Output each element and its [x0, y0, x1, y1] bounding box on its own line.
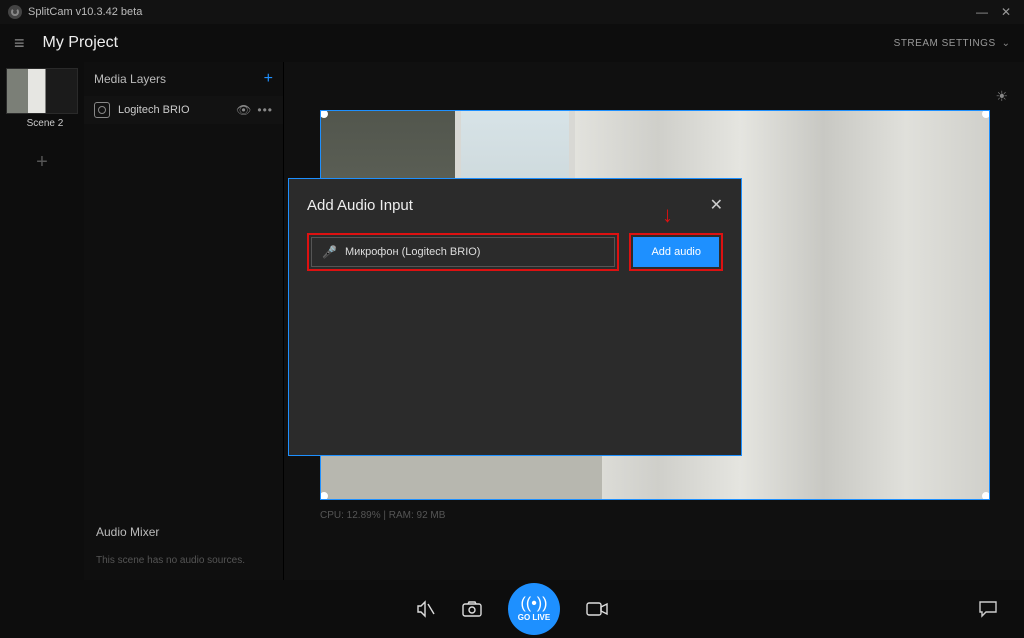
resize-handle-tr[interactable] [982, 110, 990, 118]
hamburger-menu-icon[interactable]: ≡ [14, 33, 25, 54]
add-scene-button[interactable]: + [6, 139, 78, 185]
window-minimize-button[interactable]: — [972, 5, 992, 19]
bottom-bar: ((•)) GO LIVE [0, 580, 1024, 638]
titlebar: SplitCam v10.3.42 beta — ✕ [0, 0, 1024, 24]
layers-heading: Media Layers [94, 72, 166, 86]
resize-handle-bl[interactable] [320, 492, 328, 500]
dialog-close-button[interactable]: ✕ [710, 195, 723, 215]
audio-device-field-highlight: 🎤 Микрофон (Logitech BRIO) [307, 233, 619, 271]
chat-icon[interactable] [978, 600, 998, 618]
layer-item-label: Logitech BRIO [118, 104, 190, 116]
camera-icon [94, 102, 110, 118]
status-text: CPU: 12.89% | RAM: 92 MB [320, 510, 445, 521]
layer-item[interactable]: Logitech BRIO 👁 ••• [84, 96, 283, 124]
snapshot-icon[interactable] [462, 601, 482, 617]
resize-handle-tl[interactable] [320, 110, 328, 118]
brightness-icon[interactable]: ☀ [995, 88, 1008, 105]
add-audio-button-highlight: Add audio [629, 233, 723, 271]
add-audio-button[interactable]: Add audio [633, 237, 719, 267]
stream-settings-button[interactable]: STREAM SETTINGS [894, 38, 996, 49]
mute-icon[interactable] [416, 600, 436, 618]
audio-device-value: Микрофон (Logitech BRIO) [345, 246, 481, 258]
chevron-down-icon[interactable]: ⌄ [1002, 38, 1010, 49]
scenes-panel: Scene 2 + [0, 62, 84, 580]
dialog-title: Add Audio Input [307, 197, 413, 214]
add-layer-button[interactable]: + [264, 70, 273, 88]
audio-mixer-empty-text: This scene has no audio sources. [84, 549, 283, 580]
app-name: SplitCam v10.3.42 beta [28, 6, 142, 18]
go-live-label: GO LIVE [518, 613, 550, 622]
layer-more-icon[interactable]: ••• [257, 103, 273, 117]
window-close-button[interactable]: ✕ [996, 5, 1016, 19]
layers-heading-row: Media Layers + [84, 62, 283, 96]
microphone-icon: 🎤 [322, 245, 337, 259]
audio-mixer-heading: Audio Mixer [84, 515, 283, 549]
record-icon[interactable] [586, 602, 608, 616]
audio-device-select[interactable]: 🎤 Микрофон (Logitech BRIO) [311, 237, 615, 267]
go-live-button[interactable]: ((•)) GO LIVE [508, 583, 560, 635]
scene-thumbnail[interactable] [6, 68, 78, 114]
visibility-toggle-icon[interactable]: 👁 [236, 103, 251, 117]
app-logo-icon [8, 5, 22, 19]
layers-panel: Media Layers + Logitech BRIO 👁 ••• Audio… [84, 62, 284, 580]
resize-handle-br[interactable] [982, 492, 990, 500]
project-title: My Project [43, 34, 119, 52]
header: ≡ My Project STREAM SETTINGS ⌄ [0, 24, 1024, 62]
scene-label: Scene 2 [6, 118, 84, 129]
add-audio-input-dialog: Add Audio Input ✕ 🎤 Микрофон (Logitech B… [288, 178, 742, 456]
broadcast-icon: ((•)) [521, 596, 548, 612]
